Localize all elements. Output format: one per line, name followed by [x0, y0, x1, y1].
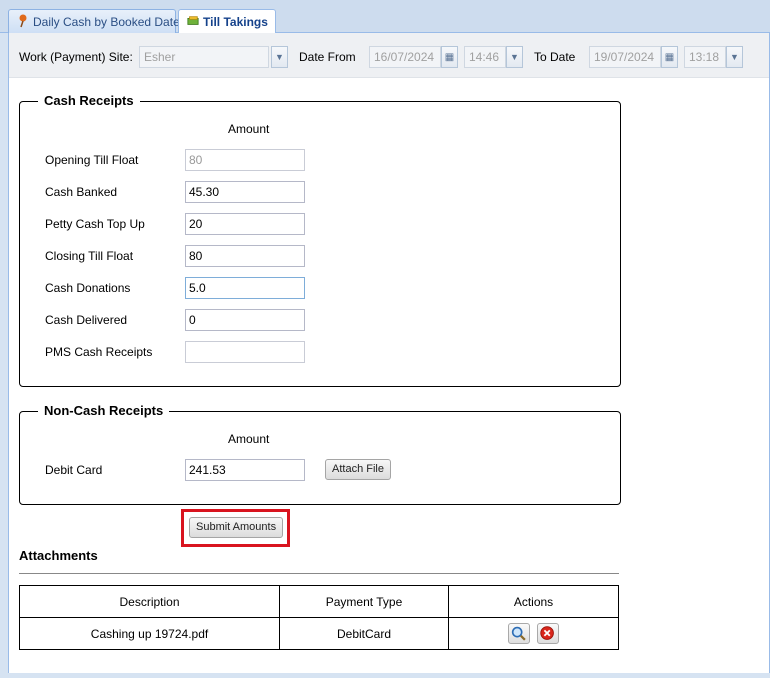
till-takings-panel: Work (Payment) Site: Esher ▼ Date From 1… — [8, 33, 770, 673]
petty-cash-top-up-field[interactable]: 20 — [185, 213, 305, 235]
cash-receipts-fieldset: Cash Receipts Amount Opening Till Float … — [19, 93, 621, 387]
filter-bar: Work (Payment) Site: Esher ▼ Date From 1… — [9, 33, 769, 78]
tab-strip: Daily Cash by Booked Date Till Takings — [0, 0, 770, 34]
cash-donations-field[interactable]: 5.0 — [185, 277, 305, 299]
calendar-icon[interactable]: ▦ — [661, 46, 678, 68]
bottom-bar — [0, 673, 770, 678]
non-cash-receipts-fieldset: Non-Cash Receipts Amount Debit Card 241.… — [19, 403, 621, 505]
attachment-description: Cashing up 19724.pdf — [19, 617, 280, 650]
cash-receipts-title: Cash Receipts — [38, 93, 140, 108]
date-from-input[interactable]: 16/07/2024 — [369, 46, 441, 68]
debit-card-label: Debit Card — [45, 463, 103, 477]
view-attachment-button[interactable] — [507, 623, 530, 644]
attach-file-button[interactable]: Attach File — [325, 459, 391, 480]
column-header-description: Description — [19, 585, 280, 618]
cash-delivered-label: Cash Delivered — [45, 313, 128, 327]
attachments-table: Description Payment Type Actions Cashing… — [19, 585, 619, 650]
delete-icon — [540, 626, 555, 640]
site-select[interactable]: Esher — [139, 46, 269, 68]
chevron-down-icon[interactable]: ▼ — [726, 46, 743, 68]
pin-icon — [19, 14, 27, 28]
calendar-icon[interactable]: ▦ — [441, 46, 458, 68]
attachment-payment-type: DebitCard — [279, 617, 449, 650]
amount-header: Amount — [228, 122, 270, 136]
non-cash-receipts-title: Non-Cash Receipts — [38, 403, 170, 418]
magnifier-icon — [511, 626, 526, 641]
tab-daily-cash[interactable]: Daily Cash by Booked Date — [8, 9, 180, 33]
tab-till-takings[interactable]: Till Takings — [178, 9, 276, 34]
money-icon — [187, 16, 199, 25]
attachments-title: Attachments — [19, 548, 98, 563]
debit-card-field[interactable]: 241.53 — [185, 459, 305, 481]
delete-attachment-button[interactable] — [537, 623, 560, 644]
cash-delivered-field[interactable]: 0 — [185, 309, 305, 331]
closing-till-float-label: Closing Till Float — [45, 249, 134, 263]
attachment-actions — [448, 617, 619, 650]
chevron-down-icon[interactable]: ▼ — [271, 46, 288, 68]
table-header-row: Description Payment Type Actions — [19, 585, 619, 618]
column-header-payment-type: Payment Type — [279, 585, 449, 618]
cash-banked-label: Cash Banked — [45, 185, 118, 199]
pms-cash-receipts-label: PMS Cash Receipts — [45, 345, 153, 359]
opening-till-float-label: Opening Till Float — [45, 153, 139, 167]
column-header-actions: Actions — [448, 585, 619, 618]
chevron-down-icon[interactable]: ▼ — [506, 46, 523, 68]
site-label: Work (Payment) Site: — [19, 50, 133, 64]
to-date-label: To Date — [534, 50, 576, 64]
cash-banked-field[interactable]: 45.30 — [185, 181, 305, 203]
cash-donations-label: Cash Donations — [45, 281, 131, 295]
closing-till-float-field[interactable]: 80 — [185, 245, 305, 267]
tab-label: Till Takings — [203, 15, 268, 29]
time-from-input[interactable]: 14:46 — [464, 46, 506, 68]
submit-amounts-button[interactable]: Submit Amounts — [189, 517, 284, 538]
table-row: Cashing up 19724.pdf DebitCard — [19, 617, 619, 650]
opening-till-float-field[interactable]: 80 — [185, 149, 305, 171]
amount-header: Amount — [228, 432, 270, 446]
date-from-label: Date From — [299, 50, 356, 64]
tab-label: Daily Cash by Booked Date — [33, 15, 180, 29]
attachments-divider — [19, 573, 619, 574]
date-to-input[interactable]: 19/07/2024 — [589, 46, 661, 68]
time-to-input[interactable]: 13:18 — [684, 46, 726, 68]
petty-cash-top-up-label: Petty Cash Top Up — [45, 217, 145, 231]
pms-cash-receipts-field[interactable] — [185, 341, 305, 363]
